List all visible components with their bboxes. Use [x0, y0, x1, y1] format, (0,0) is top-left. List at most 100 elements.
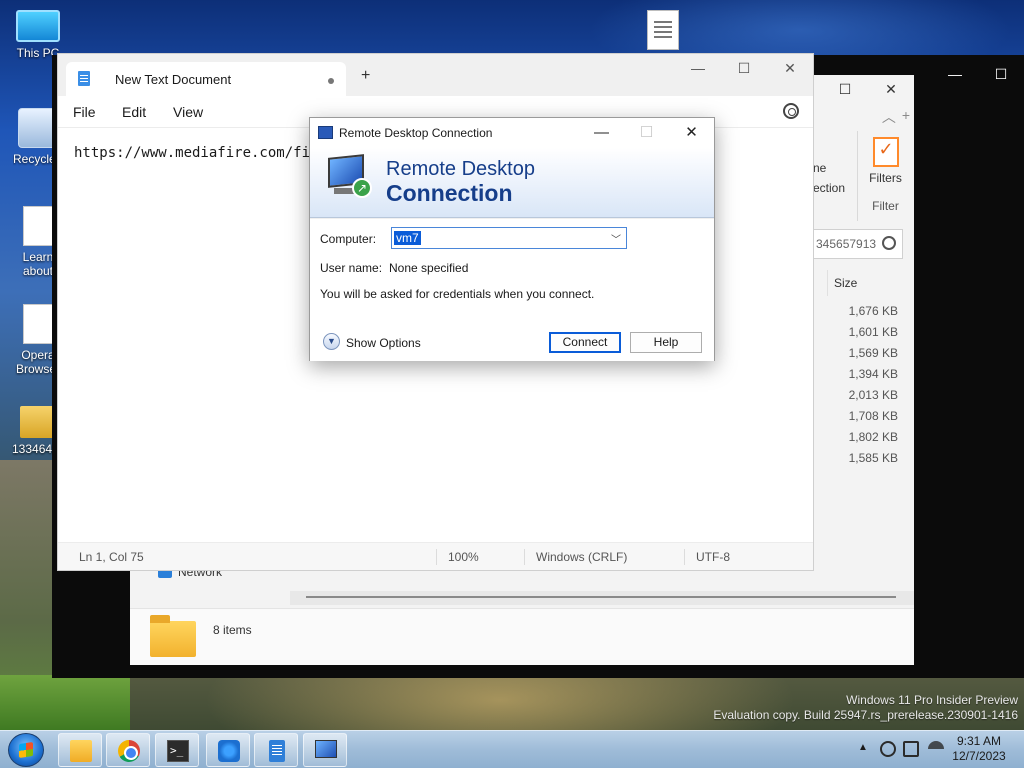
minimize-icon[interactable]: — [675, 54, 721, 84]
maximize-icon[interactable]: ☐ [978, 55, 1024, 93]
notepad-window-controls: — ☐ ✕ [675, 54, 813, 84]
folder-icon [150, 615, 196, 657]
zip-folder-icon [20, 406, 56, 438]
settings-gear-icon[interactable] [783, 103, 799, 119]
windows-watermark: Windows 11 Pro Insider Preview Evaluatio… [713, 693, 1018, 723]
collapse-ribbon-icon[interactable]: ︿ [882, 107, 896, 127]
file-size: 1,708 KB [848, 409, 898, 423]
menu-edit[interactable]: Edit [122, 104, 146, 120]
tray-status-icon[interactable] [880, 741, 896, 757]
wallpaper-grass [0, 675, 130, 730]
close-icon[interactable]: ✕ [868, 75, 914, 103]
computer-icon [16, 10, 60, 42]
maximize-icon[interactable]: ☐ [822, 75, 868, 103]
banner-title-line1: Remote Desktop [386, 158, 535, 180]
maximize-icon: ☐ [639, 124, 654, 141]
zoom-level: 100% [448, 550, 479, 564]
rdc-body: Computer: vm7 ﹀ User name: None specifie… [310, 219, 714, 361]
encoding: UTF-8 [696, 550, 730, 564]
search-icon [882, 236, 896, 250]
search-text: 345657913 [816, 237, 877, 251]
notepad-text-area[interactable]: https://www.mediafire.com/file [74, 145, 327, 161]
unsaved-indicator-icon[interactable] [328, 78, 334, 84]
remote-desktop-icon [318, 126, 333, 139]
chrome-icon [118, 740, 140, 762]
watermark-line2: Evaluation copy. Build 25947.rs_prerelea… [713, 708, 1018, 722]
document-icon [23, 206, 53, 246]
size-column: 1,676 KB 1,601 KB 1,569 KB 1,394 KB 2,01… [830, 301, 898, 469]
horizontal-scrollbar[interactable] [290, 591, 914, 605]
notepad-titlebar: New Text Document + — ☐ ✕ [58, 54, 813, 96]
file-size: 1,676 KB [848, 304, 898, 318]
close-icon[interactable]: ✕ [669, 118, 714, 148]
file-size: 1,601 KB [848, 325, 898, 339]
notepad-status-bar: Ln 1, Col 75 100% Windows (CRLF) UTF-8 [58, 542, 813, 570]
ribbon-text: ne [813, 161, 827, 175]
menu-view[interactable]: View [173, 104, 203, 120]
chevron-down-icon[interactable]: ﹀ [611, 231, 621, 246]
size-column-header[interactable]: Size [827, 270, 907, 296]
clock-time: 9:31 AM [956, 734, 1002, 748]
help-button[interactable]: Help [630, 332, 702, 353]
notepad-icon [78, 71, 90, 86]
show-options-chevron-icon[interactable]: ▼ [323, 333, 340, 350]
filters-label: Filters [869, 171, 902, 185]
file-size: 2,013 KB [848, 388, 898, 402]
cursor-position: Ln 1, Col 75 [79, 550, 144, 564]
taskbar-remote-desktop[interactable] [303, 733, 347, 767]
close-icon[interactable]: ✕ [767, 54, 813, 84]
rdc-banner: ↗ Remote Desktop Connection [310, 148, 714, 218]
tab-title: New Text Document [115, 72, 232, 87]
connect-button[interactable]: Connect [549, 332, 621, 353]
show-hidden-icons-icon[interactable]: ▲ [858, 742, 868, 753]
menu-file[interactable]: File [73, 104, 96, 120]
file-size: 1,585 KB [848, 451, 898, 465]
taskbar-notepad[interactable] [254, 733, 298, 767]
notepad-tab[interactable]: New Text Document [66, 62, 346, 96]
ribbon-filters-button[interactable]: Filters Filter [857, 131, 913, 221]
taskbar-chrome[interactable] [106, 733, 150, 767]
computer-combobox[interactable]: vm7 ﹀ [391, 227, 627, 249]
username-label: User name: [320, 261, 383, 275]
taskbar-file-explorer[interactable] [58, 733, 102, 767]
remote-desktop-logo-icon: ↗ [328, 154, 374, 200]
status-divider [436, 549, 437, 565]
maximize-icon[interactable]: ☐ [721, 54, 767, 84]
explorer-window-controls: ☐ ✕ [822, 75, 914, 103]
show-options-button[interactable]: Show Options [346, 336, 421, 350]
computer-label: Computer: [320, 232, 377, 246]
remote-desktop-dialog[interactable]: Remote Desktop Connection — ☐ ✕ ↗ Remote… [309, 117, 715, 361]
desktop-file-icon[interactable] [647, 10, 679, 50]
add-icon[interactable]: + [902, 107, 910, 127]
terminal-icon [167, 740, 189, 762]
background-window-controls: — ☐ [932, 55, 1024, 93]
filter-icon [872, 137, 899, 167]
cloud-icon[interactable] [928, 741, 944, 757]
status-divider [524, 549, 525, 565]
new-tab-button[interactable]: + [361, 67, 370, 85]
taskbar-settings-app[interactable] [206, 733, 250, 767]
taskbar-terminal[interactable] [155, 733, 199, 767]
scrollbar-thumb[interactable] [306, 596, 896, 598]
explorer-ribbon-controls: ︿ + [882, 107, 910, 127]
explorer-search-box[interactable]: 345657913 [813, 229, 903, 259]
taskbar-clock[interactable]: 9:31 AM 12/7/2023 [950, 734, 1008, 764]
network-icon[interactable] [903, 741, 919, 757]
username-value: None specified [389, 261, 469, 275]
filter-group-label: Filter [872, 199, 899, 213]
ribbon-partial-label: ne ection [813, 157, 845, 199]
minimize-icon[interactable]: — [932, 55, 978, 93]
clock-date: 12/7/2023 [952, 749, 1006, 763]
explorer-status-bar: 8 items [130, 608, 914, 665]
connect-arrow-icon: ↗ [352, 178, 372, 198]
start-button[interactable] [8, 733, 44, 767]
rdc-window-controls: — ☐ ✕ [579, 118, 714, 148]
status-divider [684, 549, 685, 565]
shortcut-icon [23, 304, 53, 344]
remote-desktop-icon [315, 740, 337, 758]
app-icon [218, 740, 240, 762]
computer-value: vm7 [394, 231, 421, 245]
file-size: 1,569 KB [848, 346, 898, 360]
file-size: 1,394 KB [848, 367, 898, 381]
minimize-icon[interactable]: — [579, 118, 624, 148]
